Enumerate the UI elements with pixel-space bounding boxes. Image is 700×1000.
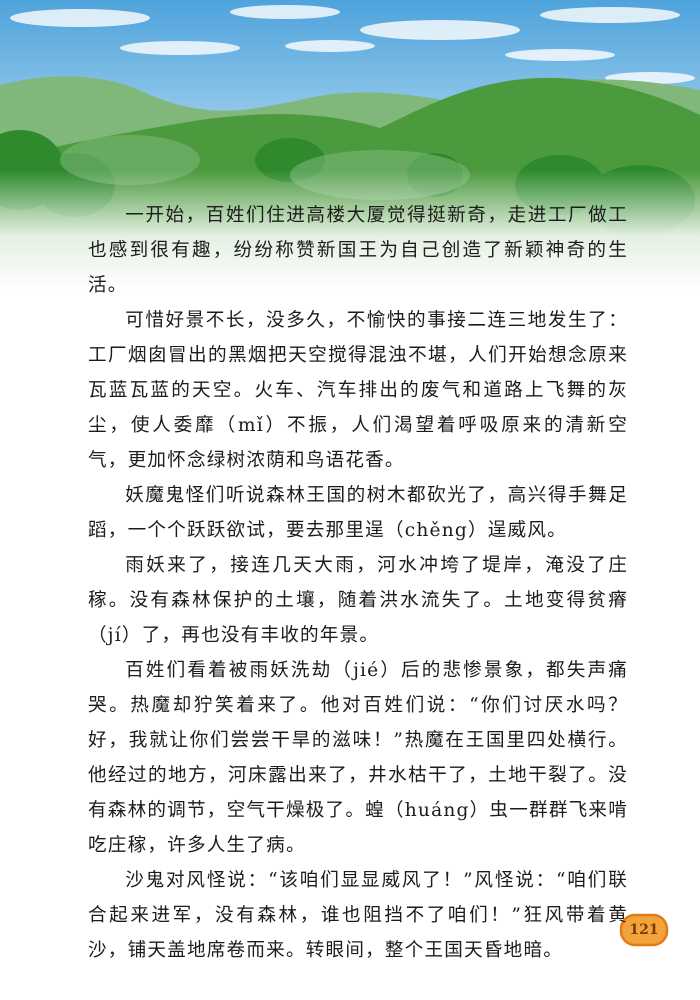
story-paragraph: 沙鬼对风怪说：“该咱们显显威风了！”风怪说：“咱们联合起来进军，没有森林，谁也阻… [88,870,628,961]
story-paragraph: 妖魔鬼怪们听说森林王国的树木都砍光了，高兴得手舞足蹈，一个个跃跃欲试，要去那里逞… [88,485,628,541]
page-number: 121 [629,922,659,938]
story-paragraph: 百姓们看着被雨妖洗劫（jié）后的悲惨景象，都失声痛哭。热魔却狞笑着来了。他对百… [88,660,628,856]
story-paragraph: 可惜好景不长，没多久，不愉快的事接二连三地发生了：工厂烟囱冒出的黑烟把天空搅得混… [88,310,628,471]
story-text: 一开始，百姓们住进高楼大厦觉得挺新奇，走进工厂做工也感到很有趣，纷纷称赞新国王为… [88,198,628,968]
story-paragraph: 雨妖来了，接连几天大雨，河水冲垮了堤岸，淹没了庄稼。没有森林保护的土壤，随着洪水… [88,555,628,646]
story-paragraph: 一开始，百姓们住进高楼大厦觉得挺新奇，走进工厂做工也感到很有趣，纷纷称赞新国王为… [88,205,628,296]
textbook-page: 一开始，百姓们住进高楼大厦觉得挺新奇，走进工厂做工也感到很有趣，纷纷称赞新国王为… [0,0,700,1000]
